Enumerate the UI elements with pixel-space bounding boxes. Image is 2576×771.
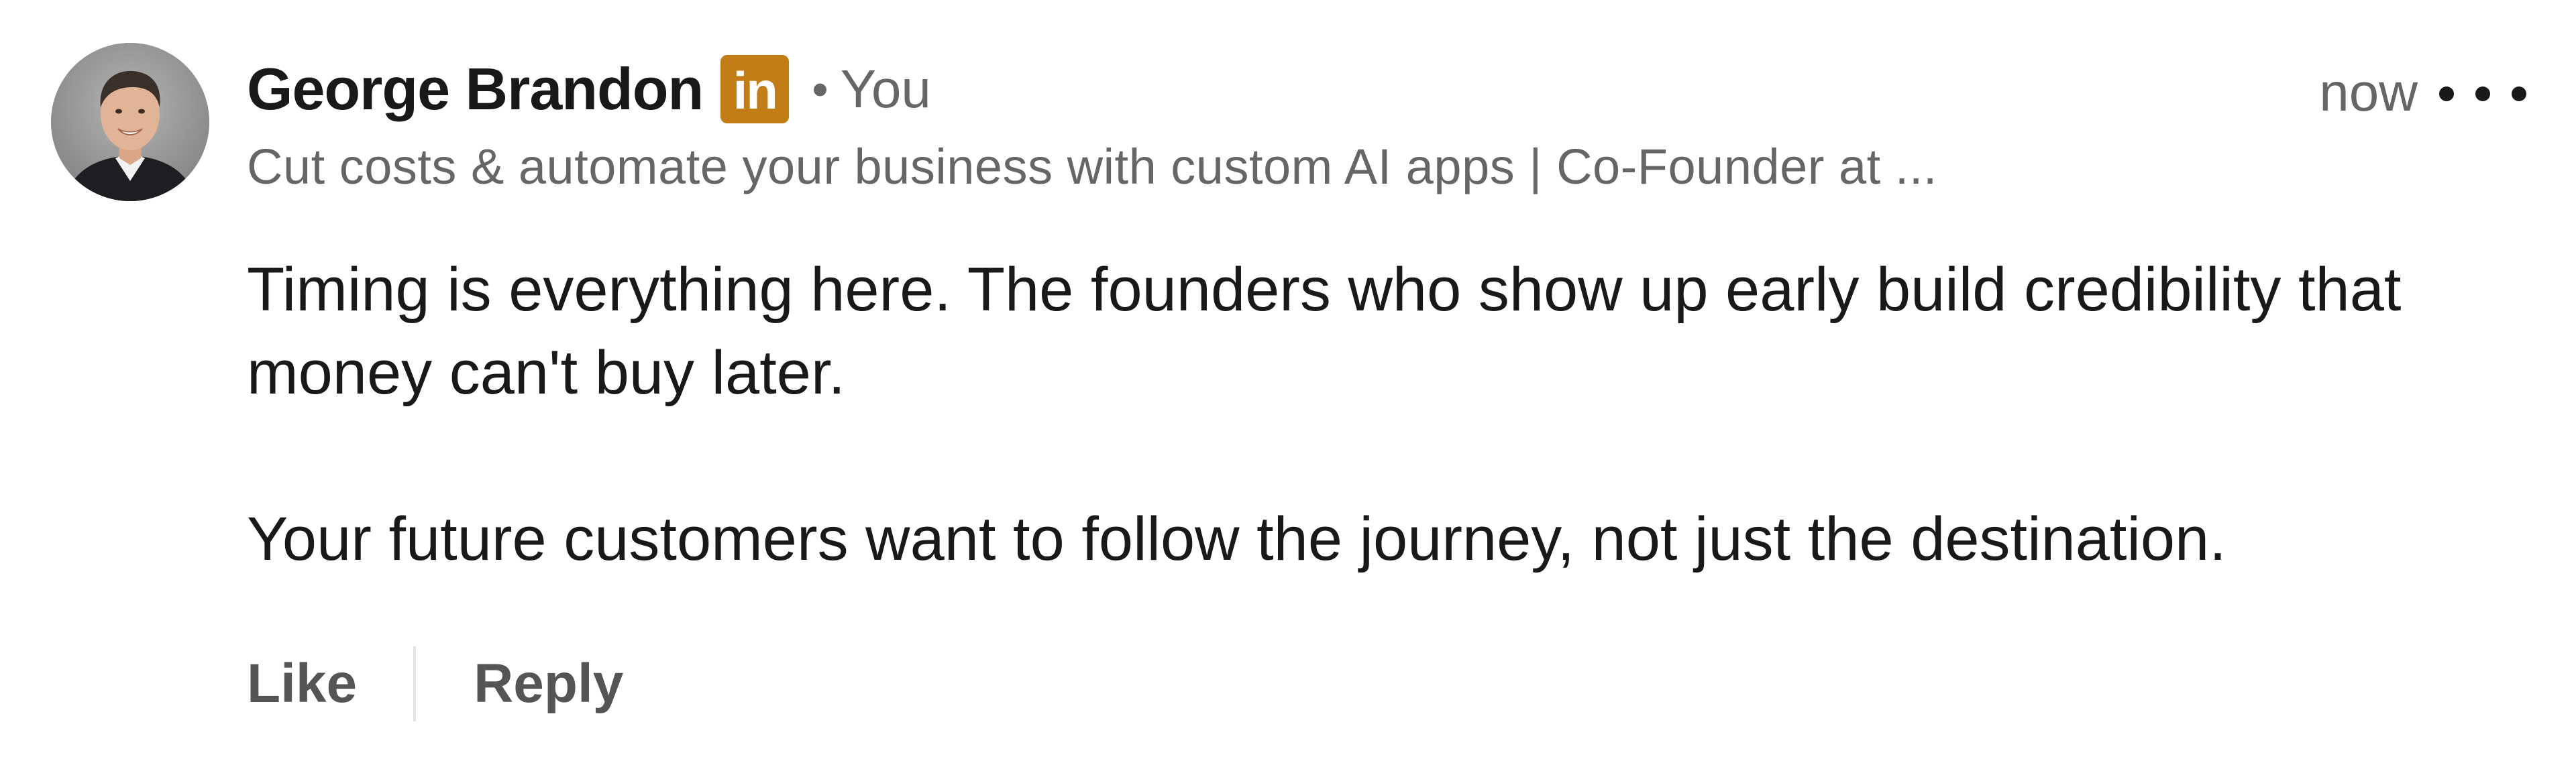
linkedin-premium-icon: in bbox=[720, 55, 790, 123]
comment-timestamp: now bbox=[2319, 62, 2418, 122]
author-avatar[interactable] bbox=[51, 43, 209, 201]
comment-paragraph: Timing is everything here. The founders … bbox=[247, 255, 2402, 407]
author-name[interactable]: George Brandon bbox=[247, 55, 704, 123]
person-avatar-icon bbox=[51, 43, 209, 201]
ellipsis-icon bbox=[2512, 86, 2526, 101]
action-divider bbox=[413, 646, 417, 721]
reply-button[interactable]: Reply bbox=[474, 652, 623, 715]
author-headline: Cut costs & automate your business with … bbox=[247, 139, 1937, 194]
ellipsis-icon bbox=[2439, 86, 2454, 101]
comment-header: George Brandon in • You bbox=[247, 52, 931, 126]
comment-paragraph: Your future customers want to follow the… bbox=[247, 505, 2226, 573]
comment-item: George Brandon in • You now Cut costs & … bbox=[0, 0, 2576, 771]
comment-actions: Like Reply bbox=[247, 644, 623, 724]
author-relation-label: You bbox=[840, 59, 931, 119]
comment-body: Timing is everything here. The founders … bbox=[247, 248, 2528, 581]
like-button[interactable]: Like bbox=[247, 652, 357, 715]
more-options-button[interactable] bbox=[2439, 67, 2526, 121]
ellipsis-icon bbox=[2475, 86, 2490, 101]
meta-separator: • bbox=[812, 63, 828, 115]
